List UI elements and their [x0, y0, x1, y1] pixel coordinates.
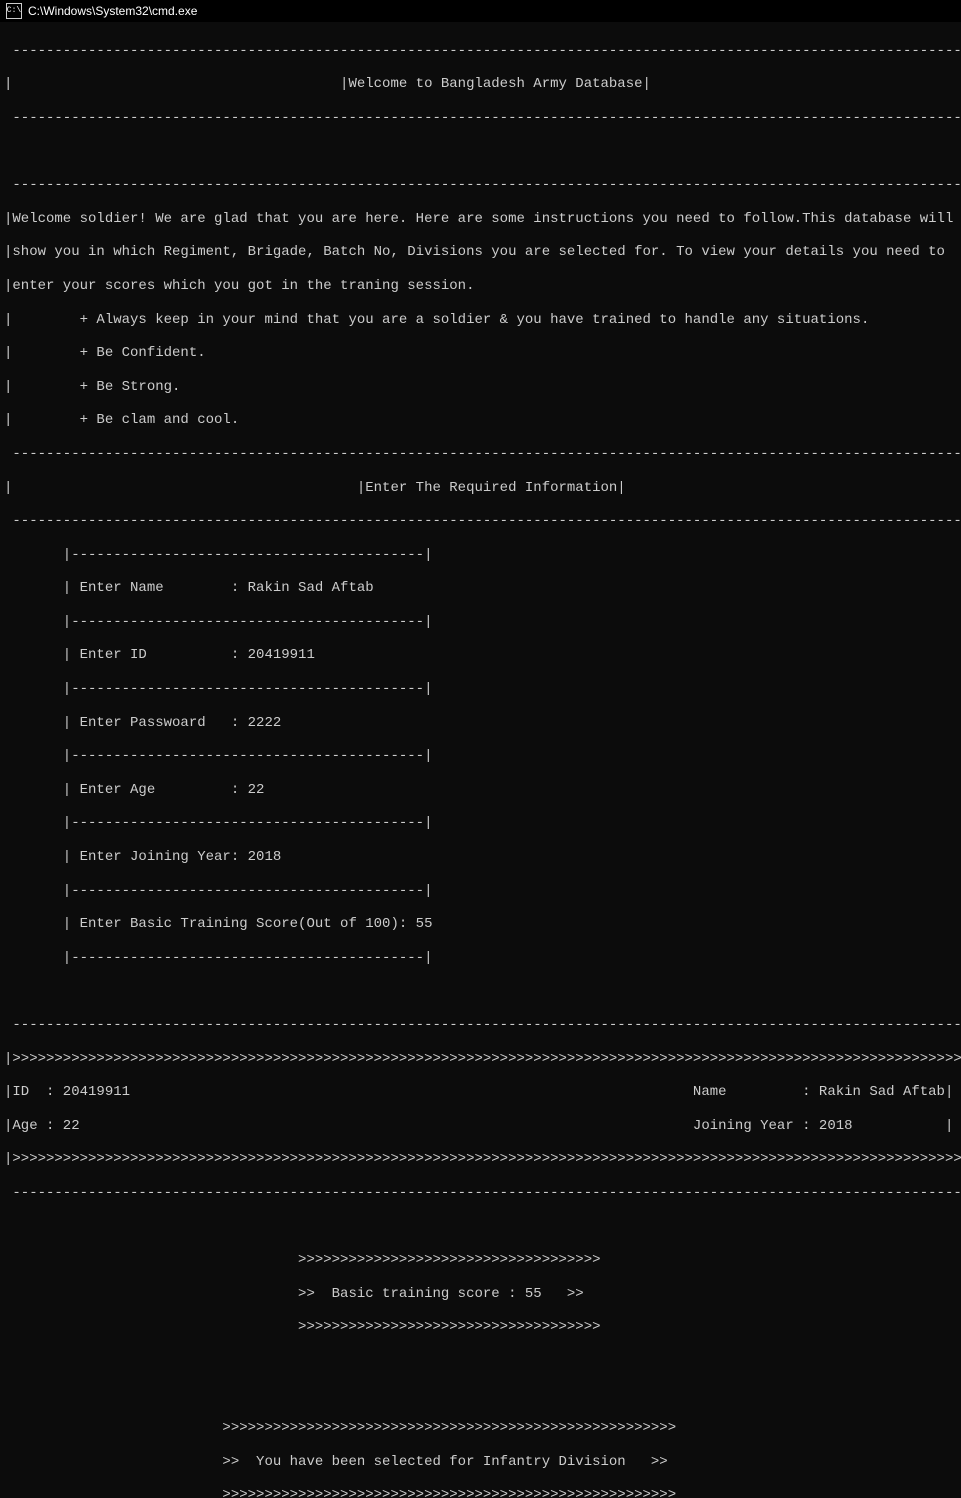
- window-titlebar: C:\ C:\Windows\System32\cmd.exe: [0, 0, 961, 22]
- form-dash-4: |---------------------------------------…: [4, 748, 957, 765]
- intro-bullet-1: | + Always keep in your mind that you ar…: [4, 312, 957, 329]
- score-box-content: >> Basic training score : 55 >>: [4, 1286, 957, 1303]
- intro-bullet-3: | + Be Strong. |: [4, 379, 957, 396]
- selection-box-arrows-bottom: >>>>>>>>>>>>>>>>>>>>>>>>>>>>>>>>>>>>>>>>…: [4, 1487, 957, 1498]
- form-age: | Enter Age : 22: [4, 782, 957, 799]
- blank-line: [4, 983, 957, 1000]
- form-dash-5: |---------------------------------------…: [4, 815, 957, 832]
- header-dash-top: ----------------------------------------…: [4, 43, 957, 60]
- intro-bullet-2: | + Be Confident. |: [4, 345, 957, 362]
- form-dash-2: |---------------------------------------…: [4, 614, 957, 631]
- intro-line-1: |Welcome soldier! We are glad that you a…: [4, 211, 957, 228]
- form-dash-6: |---------------------------------------…: [4, 883, 957, 900]
- summary-arrows-top: |>>>>>>>>>>>>>>>>>>>>>>>>>>>>>>>>>>>>>>>…: [4, 1051, 957, 1068]
- summary-line-2: |Age : 22 Joining Year : 2018 |: [4, 1118, 957, 1135]
- section-dash: ----------------------------------------…: [4, 513, 957, 530]
- blank-line: [4, 144, 957, 161]
- summary-arrows-bottom: |>>>>>>>>>>>>>>>>>>>>>>>>>>>>>>>>>>>>>>>…: [4, 1151, 957, 1168]
- form-password: | Enter Passwoard : 2222: [4, 715, 957, 732]
- form-dash-end: |---------------------------------------…: [4, 950, 957, 967]
- intro-dash-bottom: ----------------------------------------…: [4, 446, 957, 463]
- terminal-output[interactable]: ----------------------------------------…: [0, 22, 961, 1498]
- header-dash-bottom: ----------------------------------------…: [4, 110, 957, 127]
- form-year: | Enter Joining Year: 2018: [4, 849, 957, 866]
- header-welcome: | |Welcome to Bangladesh Army Database| …: [4, 76, 957, 93]
- blank-line: [4, 1219, 957, 1236]
- summary-dash-bottom: ----------------------------------------…: [4, 1185, 957, 1202]
- cmd-icon: C:\: [6, 3, 22, 19]
- intro-bullet-4: | + Be clam and cool. |: [4, 412, 957, 429]
- score-box-arrows-top: >>>>>>>>>>>>>>>>>>>>>>>>>>>>>>>>>>>>: [4, 1252, 957, 1269]
- form-name: | Enter Name : Rakin Sad Aftab: [4, 580, 957, 597]
- form-dash-3: |---------------------------------------…: [4, 681, 957, 698]
- intro-line-2: |show you in which Regiment, Brigade, Ba…: [4, 244, 957, 261]
- form-id: | Enter ID : 20419911: [4, 647, 957, 664]
- selection-box-arrows-top: >>>>>>>>>>>>>>>>>>>>>>>>>>>>>>>>>>>>>>>>…: [4, 1420, 957, 1437]
- section-enter-info: | |Enter The Required Information| |: [4, 480, 957, 497]
- score-box-arrows-bottom: >>>>>>>>>>>>>>>>>>>>>>>>>>>>>>>>>>>>: [4, 1319, 957, 1336]
- summary-line-1: |ID : 20419911 Name : Rakin Sad Aftab|: [4, 1084, 957, 1101]
- blank-line: [4, 1353, 957, 1370]
- form-dash-1: |---------------------------------------…: [4, 547, 957, 564]
- summary-dash-top: ----------------------------------------…: [4, 1017, 957, 1034]
- selection-box-content: >> You have been selected for Infantry D…: [4, 1454, 957, 1471]
- blank-line: [4, 1387, 957, 1404]
- intro-line-3: |enter your scores which you got in the …: [4, 278, 957, 295]
- intro-dash-top: ----------------------------------------…: [4, 177, 957, 194]
- form-score: | Enter Basic Training Score(Out of 100)…: [4, 916, 957, 933]
- window-title: C:\Windows\System32\cmd.exe: [28, 4, 197, 18]
